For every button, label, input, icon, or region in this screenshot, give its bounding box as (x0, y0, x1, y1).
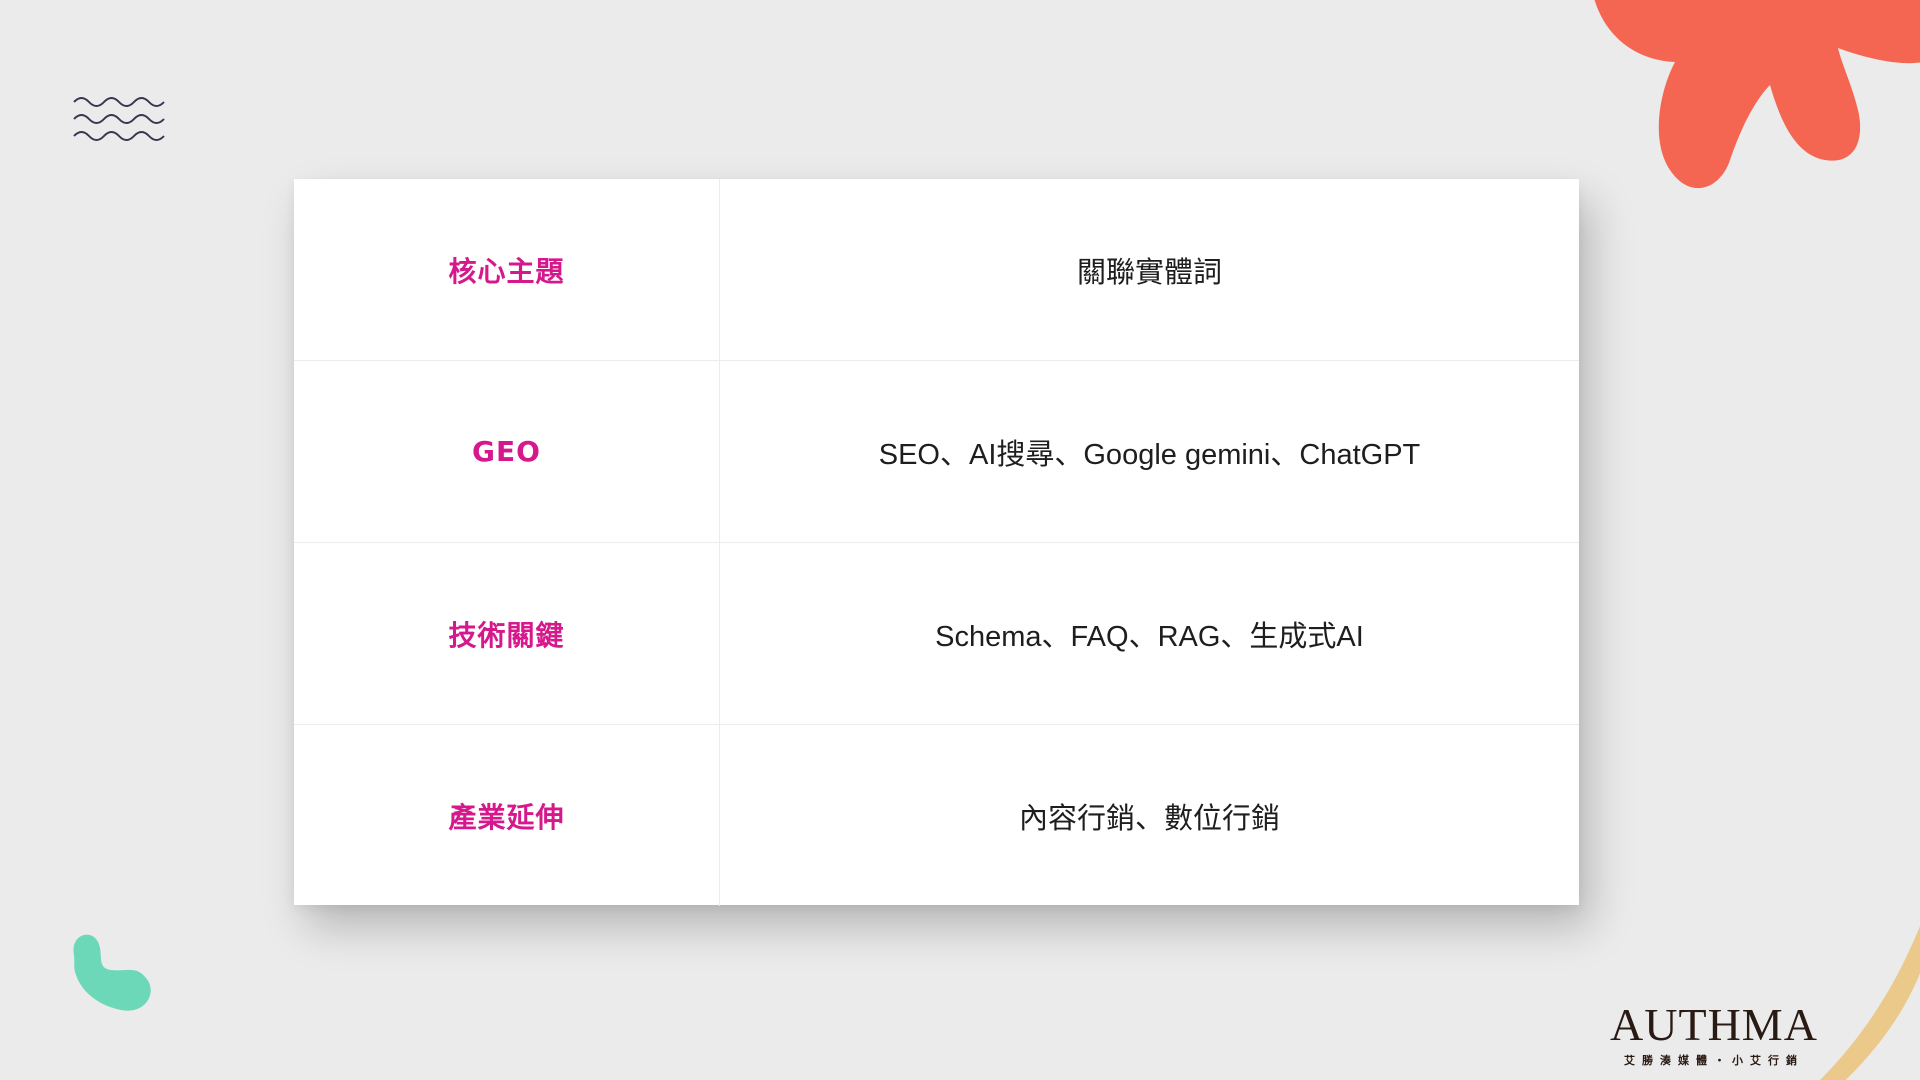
table-row: GEO SEO、AI搜尋、Google gemini、ChatGPT (294, 361, 1579, 543)
row-value-cell: SEO、AI搜尋、Google gemini、ChatGPT (878, 438, 1421, 471)
brand-tagline: 艾勝湊媒體・小艾行銷 (1624, 1054, 1804, 1067)
row-key-cell: 核心主題 (294, 179, 720, 360)
wave-lines-icon (73, 97, 165, 141)
slide: 核心主題 關聯實體詞 GEO SEO、AI搜尋、Google gemini、Ch… (0, 0, 1920, 1080)
row-key-cell: GEO (294, 361, 720, 542)
row-value-cell: 內容行銷、數位行銷 (1018, 802, 1280, 835)
row-value-cell: 關聯實體詞 (1076, 256, 1222, 289)
table-row: 核心主題 關聯實體詞 (294, 179, 1579, 361)
brand-name: AUTHMA (1610, 999, 1818, 1050)
mint-blob-icon (73, 934, 151, 1011)
row-key-cell: 技術關鍵 (294, 543, 720, 724)
table-row: 產業延伸 內容行銷、數位行銷 (294, 725, 1579, 906)
keyword-table: 核心主題 關聯實體詞 GEO SEO、AI搜尋、Google gemini、Ch… (294, 179, 1579, 906)
brand-logo: AUTHMA 艾勝湊媒體・小艾行銷 (1594, 1002, 1834, 1068)
coral-blob-icon (1594, 0, 1920, 189)
row-key-cell: 產業延伸 (294, 725, 720, 906)
table-row: 技術關鍵 Schema、FAQ、RAG、生成式AI (294, 543, 1579, 725)
row-value-cell: Schema、FAQ、RAG、生成式AI (935, 620, 1364, 653)
